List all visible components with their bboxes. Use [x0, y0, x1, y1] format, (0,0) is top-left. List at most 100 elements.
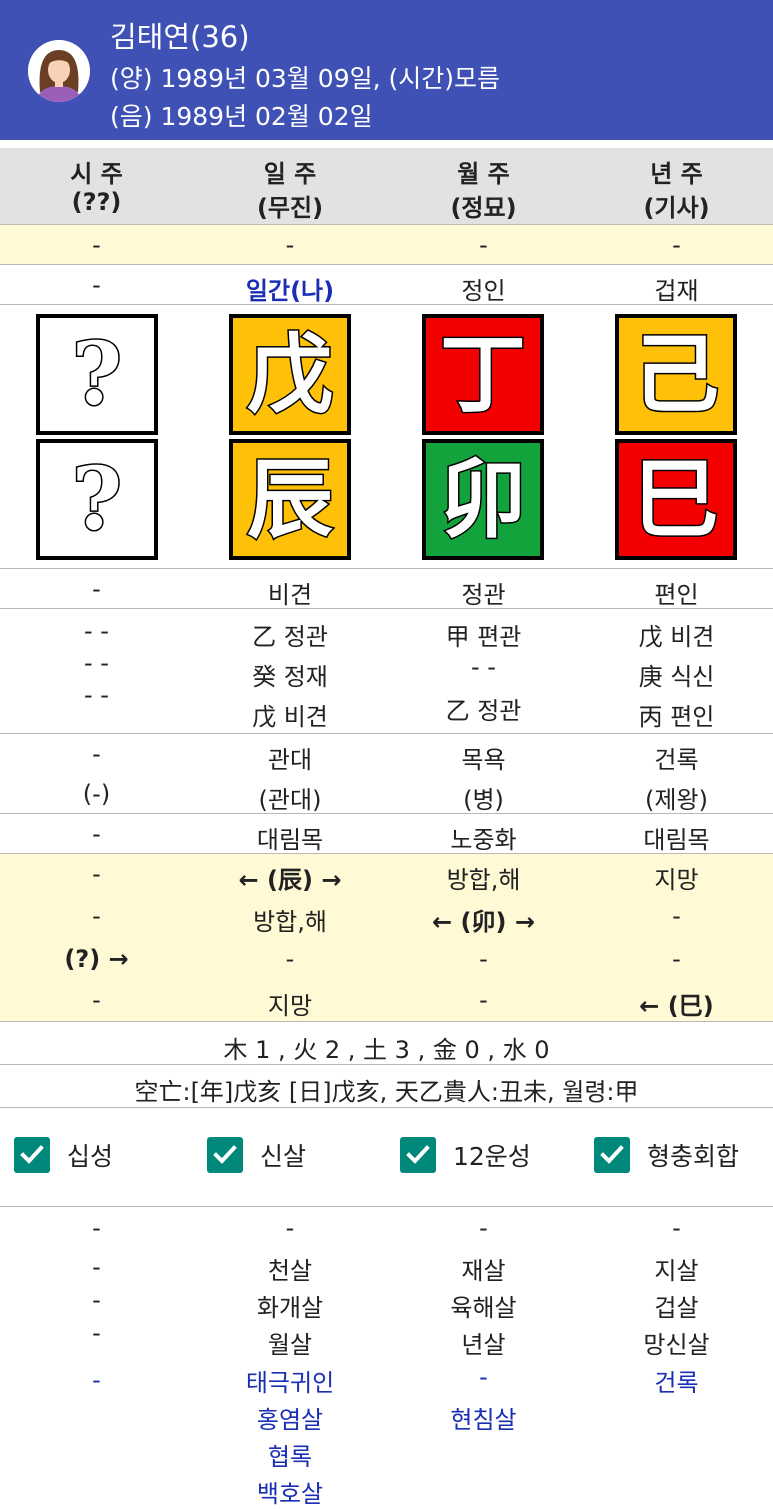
relation-cell: ← (卯) → [432, 908, 535, 936]
checkbox-label: 형충회합 [647, 1142, 740, 1171]
stem-box-month[interactable]: 丁 [422, 314, 544, 435]
relation-cell: - [672, 945, 681, 973]
sinsal-special: 협록 [267, 1443, 313, 1471]
checkbox-checked-icon[interactable] [207, 1137, 243, 1173]
profile-name: 김태연(36) [110, 20, 250, 54]
checkbox-sinsal[interactable]: 신살 [207, 1137, 306, 1173]
sinsal-item: 천살 [267, 1257, 313, 1285]
hidden-stem: 乙 정관 [252, 623, 328, 651]
hidden-stem: - - [84, 681, 109, 709]
sinsal-item: - [92, 1253, 101, 1281]
relation-cell: - [92, 860, 101, 888]
lunar-birth-date: (음) 1989년 02월 02일 [110, 102, 373, 131]
gongmang-row: 空亡:[年]戊亥 [日]戊亥, 天乙貴人:丑未, 월령:甲 [0, 1065, 773, 1108]
stem-char: 丁 [439, 323, 528, 425]
five-elements-count: 木 1 , 火 2 , 土 3 , 金 0 , 水 0 [223, 1036, 550, 1064]
twelve-stage-sub: (병) [463, 786, 504, 814]
relation-cell: - [92, 902, 101, 930]
sinsal-special: 현침살 [450, 1406, 517, 1434]
sinsal-item: - [672, 1214, 681, 1242]
hidden-stem: 乙 정관 [445, 697, 522, 725]
sinsal-item: - [92, 1286, 101, 1314]
twelve-stage: 목욕 [461, 746, 506, 774]
relations-row: - - (?) → - ← (辰) → 방합,해 - 지망 방합,해 ← (卯)… [0, 854, 773, 1022]
relation-cell: - [479, 986, 488, 1014]
branch-box-day[interactable]: 辰 [229, 439, 351, 560]
stem-box-hour[interactable]: ? [36, 314, 158, 435]
stem-ten-god-hour: - [92, 271, 101, 299]
hidden-stem: 癸 정재 [252, 663, 328, 691]
nayin-row: - 대림목 노중화 대림목 [0, 814, 773, 854]
sinsal-item: 겁살 [654, 1294, 699, 1322]
dash-row: - - - - [0, 225, 773, 265]
checkbox-checked-icon[interactable] [400, 1137, 436, 1173]
branch-box-hour[interactable]: ? [36, 439, 158, 560]
relation-cell: - [285, 945, 295, 973]
branch-char: ? [70, 448, 123, 550]
nayin-cell: 노중화 [450, 826, 517, 854]
sinsal-item: 육해살 [450, 1294, 517, 1322]
relation-cell: - [92, 986, 101, 1014]
sinsal-special: 태극귀인 [245, 1369, 335, 1397]
sinsal-item: 망신살 [643, 1331, 710, 1359]
branch-ten-god-month: 정관 [461, 581, 506, 609]
solar-birth-date: (양) 1989년 03월 09일, (시간)모름 [110, 64, 500, 93]
hidden-stem: - - [471, 653, 496, 681]
hidden-stem: 丙 편인 [638, 703, 715, 731]
checkbox-checked-icon[interactable] [14, 1137, 50, 1173]
checkbox-label: 신살 [260, 1142, 307, 1171]
twelve-stage: - [92, 740, 101, 768]
pillar-sub-month: (정묘) [450, 194, 517, 222]
female-avatar-icon [28, 40, 90, 102]
stem-ten-god-day: 일간(나) [245, 277, 335, 305]
pillar-title-hour: 시 주 [70, 160, 123, 188]
hidden-stem: 戊 비견 [638, 623, 715, 651]
sinsal-item: - [479, 1214, 488, 1242]
stem-box-day[interactable]: 戊 [229, 314, 351, 435]
checkbox-ten-gods[interactable]: 십성 [14, 1137, 113, 1173]
profile-header: 김태연(36) (양) 1989년 03월 09일, (시간)모름 (음) 19… [0, 0, 773, 140]
five-elements-row: 木 1 , 火 2 , 土 3 , 金 0 , 水 0 [0, 1022, 773, 1065]
relation-cell: - [672, 902, 681, 930]
hidden-stem: 庚 식신 [638, 663, 715, 691]
checkbox-checked-icon[interactable] [594, 1137, 630, 1173]
stem-ten-god-month: 정인 [461, 277, 506, 305]
branch-ten-god-year: 편인 [654, 581, 699, 609]
stem-char: ? [70, 323, 123, 425]
hidden-stem: - - [84, 649, 109, 677]
nayin-cell: 대림목 [643, 826, 710, 854]
branch-char: 巳 [632, 448, 721, 550]
checkbox-relations[interactable]: 형충회합 [594, 1137, 739, 1173]
twelve-stage: 건록 [654, 746, 699, 774]
branch-box-month[interactable]: 卯 [422, 439, 544, 560]
sinsal-item: - [92, 1214, 101, 1242]
hidden-stems-row: - - - - - - 乙 정관 癸 정재 戊 비견 甲 편관 - - 乙 정관… [0, 609, 773, 734]
dash-cell: - [285, 231, 295, 259]
pillar-sub-hour: (??) [71, 188, 122, 216]
branch-ten-god-hour: - [92, 575, 101, 603]
nayin-cell: 대림목 [256, 826, 324, 854]
sinsal-item: 화개살 [256, 1294, 324, 1322]
twelve-stage-sub: (관대) [258, 786, 322, 814]
pillar-sub-day: (무진) [256, 194, 324, 222]
sinsal-item: 년살 [461, 1331, 506, 1359]
avatar[interactable] [28, 40, 90, 102]
branch-ten-god-day: 비견 [267, 581, 313, 609]
checkbox-label: 십성 [67, 1142, 114, 1171]
sinsal-item: 지살 [654, 1257, 699, 1285]
nayin-cell: - [92, 820, 101, 848]
stem-box-year[interactable]: 己 [615, 314, 737, 435]
checkbox-twelve-stages[interactable]: 12운성 [400, 1137, 531, 1173]
sinsal-special: - [92, 1366, 101, 1394]
hidden-stem: 甲 편관 [445, 623, 522, 651]
stem-ten-gods-row: - 일간(나) 정인 겁재 [0, 265, 773, 305]
relation-cell: 방합,해 [446, 866, 521, 894]
twelve-stage-sub: (-) [82, 780, 111, 808]
pillar-title-month: 월 주 [457, 160, 510, 188]
relation-cell: 지망 [267, 992, 313, 1020]
relation-cell: ← (巳) [639, 992, 714, 1020]
twelve-stages-row: - (-) 관대 (관대) 목욕 (병) 건록 (제왕) [0, 734, 773, 814]
branch-box-year[interactable]: 巳 [615, 439, 737, 560]
pillar-title-year: 년 주 [650, 160, 703, 188]
relation-cell: 방합,해 [253, 908, 327, 936]
